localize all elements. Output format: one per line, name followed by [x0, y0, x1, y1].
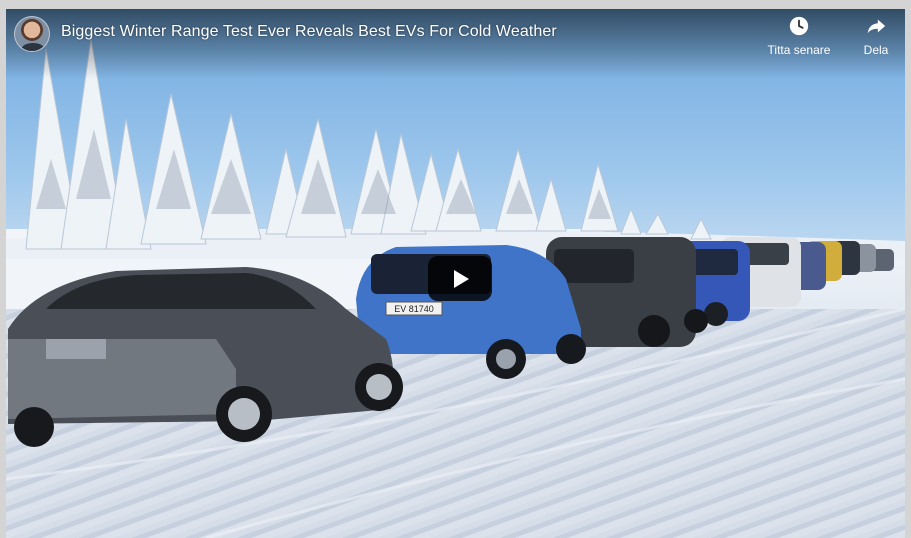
title-overlay: Biggest Winter Range Test Ever Reveals B… [6, 9, 905, 79]
channel-avatar[interactable] [14, 16, 50, 52]
share-arrow-icon [867, 19, 886, 34]
video-title[interactable]: Biggest Winter Range Test Ever Reveals B… [61, 23, 557, 41]
share-label: Dela [863, 43, 889, 57]
video-player[interactable]: EV 81740 Biggest Winter Range Test Ever … [6, 9, 905, 538]
watch-later-button[interactable]: Titta senare [762, 15, 836, 57]
watch-later-label: Titta senare [767, 43, 831, 57]
share-button[interactable]: Dela [856, 15, 896, 57]
clock-icon [789, 16, 809, 36]
play-button[interactable] [428, 256, 492, 301]
license-plate-text: EV 81740 [394, 304, 434, 314]
